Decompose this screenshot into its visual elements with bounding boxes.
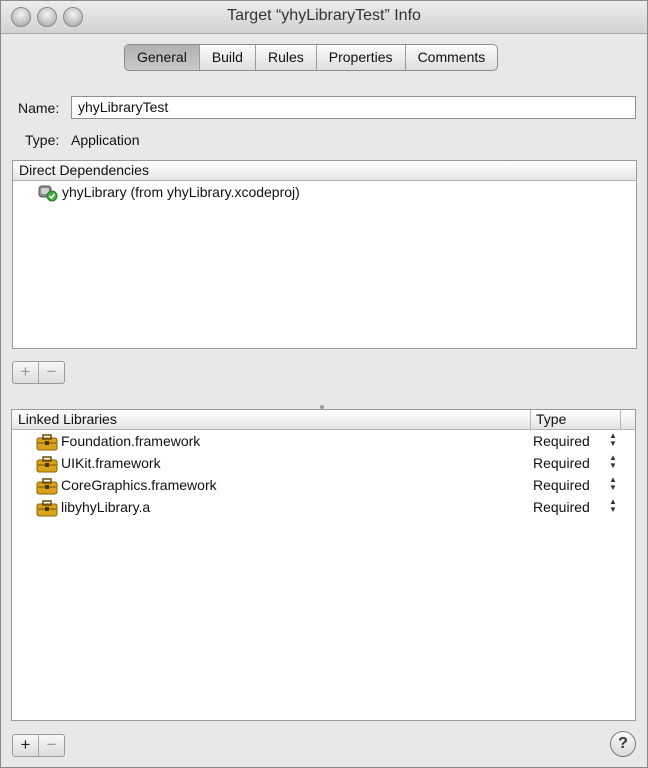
name-field[interactable]: yhyLibraryTest bbox=[71, 96, 636, 119]
info-window: Target “yhyLibraryTest” Info General Bui… bbox=[0, 0, 648, 768]
add-dependency-button[interactable]: + bbox=[13, 362, 39, 383]
framework-toolbox-icon bbox=[36, 477, 58, 495]
library-row[interactable]: CoreGraphics.framework Required ▲ ▼ bbox=[36, 474, 620, 496]
tab-bar: General Build Rules Properties Comments bbox=[124, 44, 499, 71]
library-name: Foundation.framework bbox=[61, 433, 201, 449]
tab-comments[interactable]: Comments bbox=[406, 45, 498, 70]
arrow-down-icon: ▼ bbox=[609, 461, 617, 470]
library-row[interactable]: Foundation.framework Required ▲ ▼ bbox=[36, 430, 620, 452]
type-popup-arrows-icon[interactable]: ▲ ▼ bbox=[606, 432, 620, 448]
column-divider bbox=[530, 410, 531, 429]
arrow-down-icon: ▼ bbox=[609, 505, 617, 514]
library-type-popup[interactable]: Required bbox=[533, 496, 590, 518]
tab-general[interactable]: General bbox=[125, 45, 200, 70]
tab-properties[interactable]: Properties bbox=[317, 45, 406, 70]
column-divider bbox=[620, 410, 621, 429]
remove-library-button[interactable]: − bbox=[39, 735, 64, 756]
type-popup-arrows-icon[interactable]: ▲ ▼ bbox=[606, 498, 620, 514]
libraries-table-header: Linked Libraries Type bbox=[12, 410, 635, 430]
tab-build[interactable]: Build bbox=[200, 45, 256, 70]
help-button[interactable]: ? bbox=[610, 731, 636, 757]
arrow-down-icon: ▼ bbox=[609, 439, 617, 448]
type-popup-arrows-icon[interactable]: ▲ ▼ bbox=[606, 476, 620, 492]
type-column-header[interactable]: Type bbox=[536, 410, 566, 429]
window-title: Target “yhyLibraryTest” Info bbox=[227, 7, 421, 24]
library-row[interactable]: libyhyLibrary.a Required ▲ ▼ bbox=[36, 496, 620, 518]
library-name: CoreGraphics.framework bbox=[61, 477, 217, 493]
target-dependency-icon bbox=[37, 184, 59, 202]
dependencies-button-group: + − bbox=[12, 361, 65, 384]
library-name: libyhyLibrary.a bbox=[61, 499, 151, 515]
dependency-row[interactable]: yhyLibrary (from yhyLibrary.xcodeproj) bbox=[37, 181, 300, 203]
arrow-down-icon: ▼ bbox=[609, 483, 617, 492]
type-value: Application bbox=[71, 132, 140, 148]
dependency-label: yhyLibrary (from yhyLibrary.xcodeproj) bbox=[62, 184, 300, 200]
framework-toolbox-icon bbox=[36, 433, 58, 451]
library-name: UIKit.framework bbox=[61, 455, 161, 471]
libraries-button-group: + − bbox=[12, 734, 65, 757]
framework-toolbox-icon bbox=[36, 499, 58, 517]
add-library-button[interactable]: + bbox=[13, 735, 39, 756]
dependencies-header-label: Direct Dependencies bbox=[19, 162, 149, 178]
linked-libraries-column-header[interactable]: Linked Libraries bbox=[18, 410, 117, 429]
library-type-popup[interactable]: Required bbox=[533, 474, 590, 496]
tab-rules[interactable]: Rules bbox=[256, 45, 317, 70]
remove-dependency-button[interactable]: − bbox=[39, 362, 64, 383]
dependencies-column-header[interactable]: Direct Dependencies bbox=[13, 161, 636, 181]
type-popup-arrows-icon[interactable]: ▲ ▼ bbox=[606, 454, 620, 470]
framework-toolbox-icon bbox=[36, 455, 58, 473]
library-type-popup[interactable]: Required bbox=[533, 452, 590, 474]
library-row[interactable]: UIKit.framework Required ▲ ▼ bbox=[36, 452, 620, 474]
name-label: Name: bbox=[18, 100, 60, 116]
library-type-popup[interactable]: Required bbox=[533, 430, 590, 452]
title-bar: Target “yhyLibraryTest” Info bbox=[1, 1, 647, 34]
linked-libraries-table[interactable]: Linked Libraries Type Foundation.framewo… bbox=[11, 409, 636, 721]
type-label: Type: bbox=[25, 132, 60, 148]
direct-dependencies-list[interactable]: Direct Dependencies yhyLibrary (from yhy… bbox=[12, 160, 637, 349]
split-view-divider-handle[interactable] bbox=[319, 397, 325, 409]
